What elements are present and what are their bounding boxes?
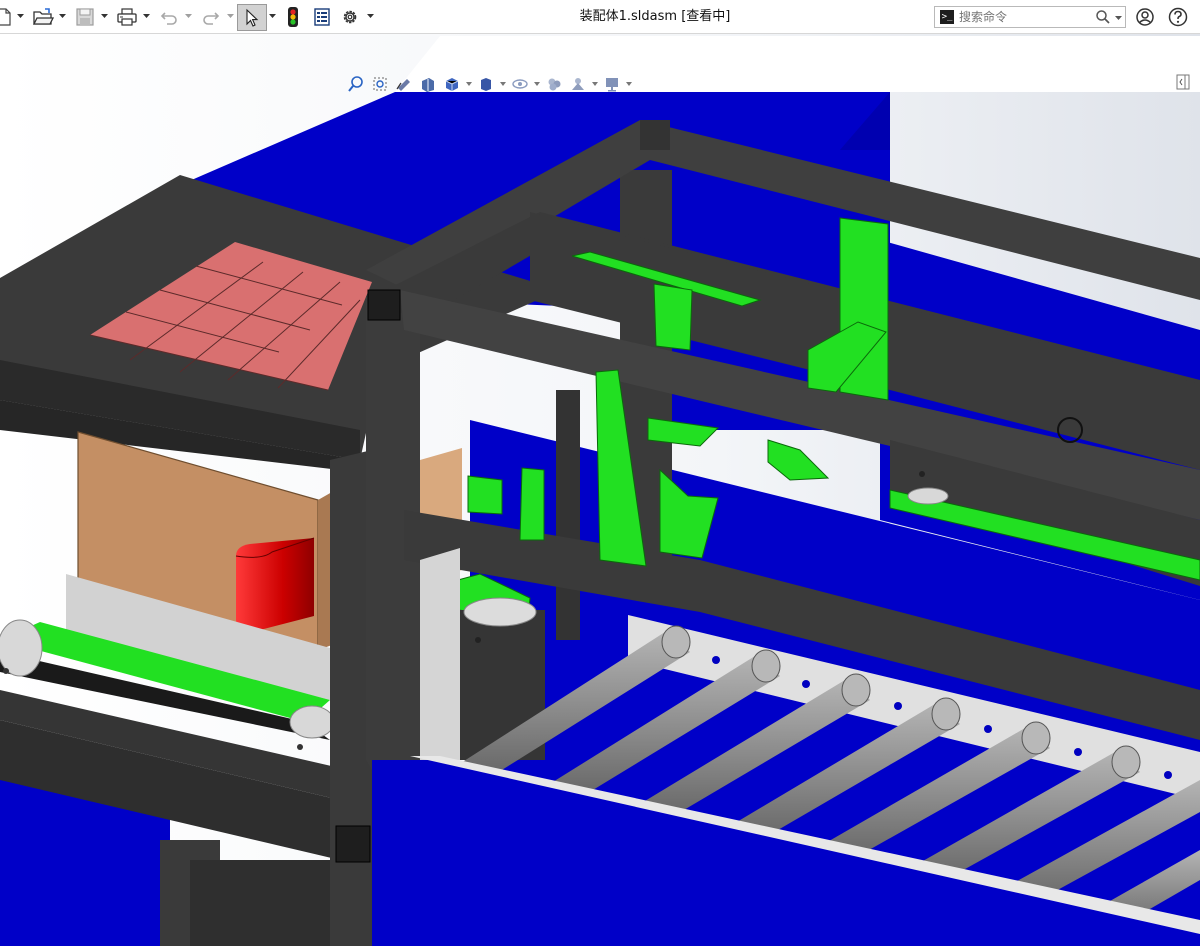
chevron-down-icon <box>100 13 108 18</box>
select-dropdown[interactable] <box>268 10 276 22</box>
zoom-to-fit-icon <box>348 76 363 92</box>
chevron-down-icon <box>592 82 598 86</box>
frame-post-left <box>330 450 372 946</box>
display-style-button[interactable] <box>476 74 496 94</box>
document-title: 装配体1.sldasm [查看中] <box>579 9 731 24</box>
panel-collapse-icon <box>1176 74 1190 90</box>
previous-view-icon <box>396 79 410 91</box>
search-icon[interactable] <box>1095 9 1111 25</box>
folder-icon <box>32 8 54 25</box>
chevron-down-icon <box>142 13 150 18</box>
chevron-down-icon <box>58 13 66 18</box>
chevron-down-icon <box>534 82 540 86</box>
zoom-to-area-icon <box>373 77 387 91</box>
red-flap-part <box>235 537 315 632</box>
open-button[interactable] <box>30 5 56 29</box>
hide-show-items-dropdown[interactable] <box>534 74 540 94</box>
edit-appearance-button[interactable] <box>544 74 564 94</box>
page-icon <box>0 8 11 26</box>
hide-show-items-button[interactable] <box>510 74 530 94</box>
rebuild-button[interactable] <box>282 5 304 29</box>
file-properties-button[interactable] <box>310 5 334 29</box>
select-button[interactable] <box>237 4 267 31</box>
help-icon <box>1168 7 1188 27</box>
previous-view-button[interactable] <box>394 74 414 94</box>
view-settings-button[interactable] <box>602 74 622 94</box>
chevron-down-icon <box>184 13 192 18</box>
chevron-down-icon <box>226 13 234 18</box>
view-orientation-button[interactable] <box>442 74 462 94</box>
task-pane-toggle[interactable] <box>1176 74 1190 90</box>
graphics-area[interactable] <box>0 34 1200 946</box>
chevron-down-icon <box>16 13 24 18</box>
cursor-icon <box>246 8 259 27</box>
account-button[interactable] <box>1133 5 1157 29</box>
open-dropdown[interactable] <box>58 10 66 22</box>
redo-dropdown[interactable] <box>226 10 234 22</box>
command-prompt-icon: >_ <box>940 10 954 24</box>
view-orientation-dropdown[interactable] <box>466 74 472 94</box>
search-input[interactable] <box>959 7 1089 27</box>
redo-button[interactable] <box>198 5 224 29</box>
options-button[interactable] <box>338 5 362 29</box>
chevron-down-icon <box>366 13 374 18</box>
undo-button[interactable] <box>156 5 182 29</box>
zoom-to-area-button[interactable] <box>370 74 390 94</box>
undo-dropdown[interactable] <box>184 10 192 22</box>
floppy-icon <box>76 8 94 26</box>
chevron-down-icon[interactable] <box>1115 11 1122 23</box>
apply-scene-button[interactable] <box>568 74 588 94</box>
view-settings-icon <box>606 78 618 92</box>
view-orientation-icon <box>445 78 459 91</box>
display-style-icon <box>481 78 491 91</box>
chevron-down-icon <box>626 82 632 86</box>
print-dropdown[interactable] <box>142 10 150 22</box>
options-dropdown[interactable] <box>366 10 374 22</box>
printer-icon <box>117 8 137 26</box>
gear-icon <box>343 10 357 24</box>
edit-appearance-icon <box>548 78 561 91</box>
properties-icon <box>314 8 330 26</box>
chevron-down-icon <box>268 13 276 18</box>
section-view-icon <box>422 78 434 92</box>
search-commands-box[interactable]: >_ <box>934 6 1126 28</box>
display-style-dropdown[interactable] <box>500 74 506 94</box>
new-document-button[interactable] <box>0 5 12 29</box>
redo-icon <box>203 12 220 25</box>
view-settings-dropdown[interactable] <box>626 74 632 94</box>
assembly-model <box>0 34 1200 946</box>
chevron-down-icon <box>466 82 472 86</box>
save-dropdown[interactable] <box>100 10 108 22</box>
apply-scene-dropdown[interactable] <box>592 74 598 94</box>
hide-show-items-icon <box>512 79 528 89</box>
apply-scene-icon <box>572 78 584 90</box>
user-icon <box>1136 8 1154 26</box>
chevron-down-icon <box>500 82 506 86</box>
title-bar: 装配体1.sldasm [查看中] >_ <box>0 0 1200 34</box>
print-button[interactable] <box>114 5 140 29</box>
zoom-to-fit-button[interactable] <box>346 74 366 94</box>
save-button[interactable] <box>72 5 98 29</box>
new-document-dropdown[interactable] <box>16 10 24 22</box>
traffic-light-icon <box>288 7 298 27</box>
section-view-button[interactable] <box>418 74 438 94</box>
undo-icon <box>160 12 177 25</box>
heads-up-view-toolbar <box>346 72 632 96</box>
help-button[interactable] <box>1166 5 1190 29</box>
